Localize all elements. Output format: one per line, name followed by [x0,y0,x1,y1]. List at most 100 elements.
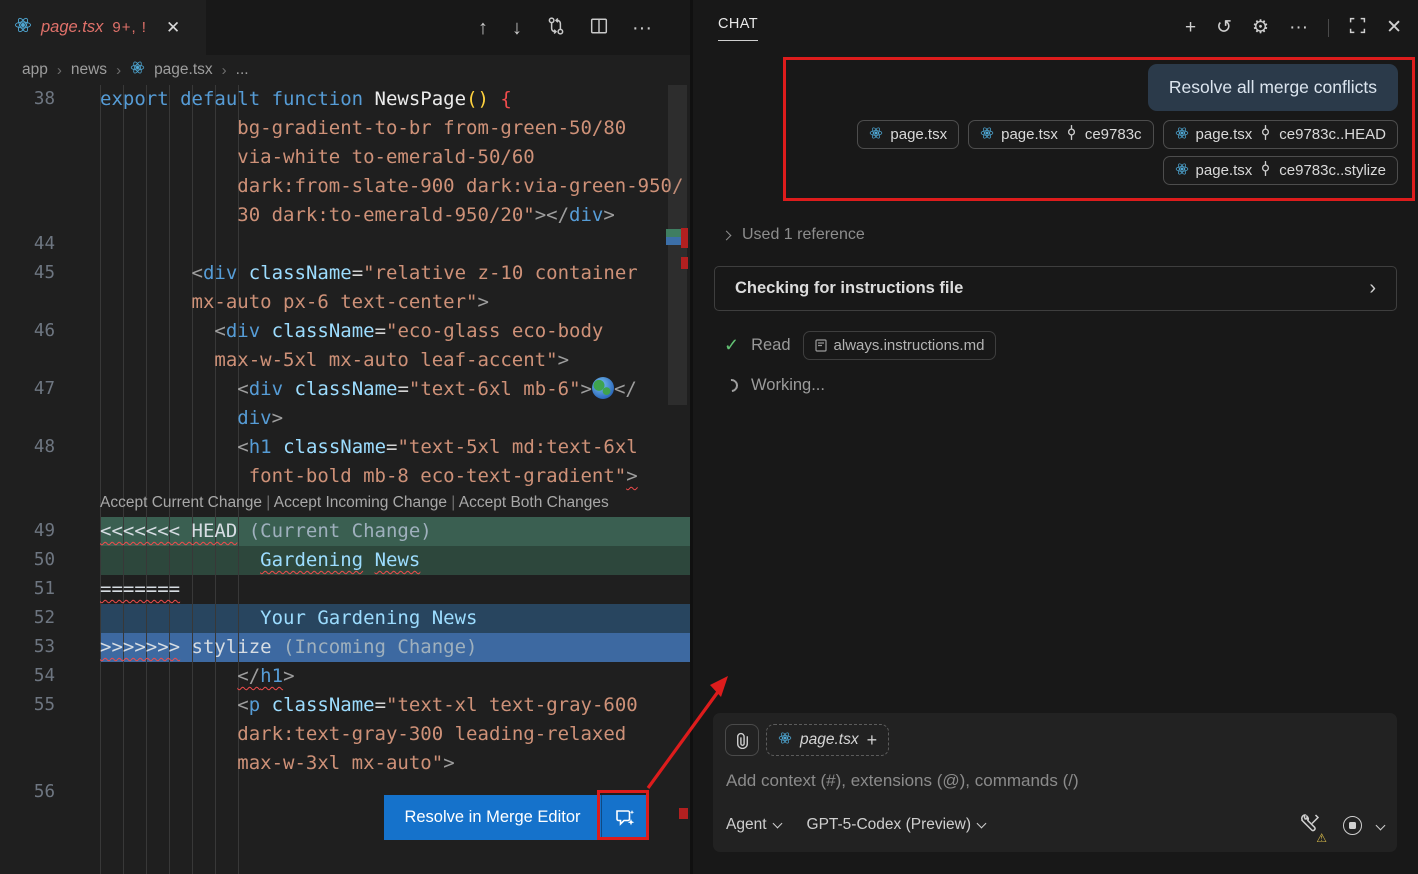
stop-request-button[interactable] [1343,816,1384,835]
codelens-action[interactable]: Accept Incoming Change [274,494,447,511]
code-token [272,436,283,458]
code-token [100,436,237,458]
line-content: <h1 className="text-5xl md:text-6xl [100,433,690,462]
ruler-mark-error [681,257,688,269]
file-context-chip[interactable]: page.tsxce9783c [968,120,1153,149]
compare-changes-icon[interactable] [546,16,566,40]
codelens-separator: | [447,494,459,511]
read-file-row: ✓ Read always.instructions.md [724,331,996,360]
react-icon [980,126,994,144]
read-file-chip[interactable]: always.instructions.md [803,331,997,360]
divider [1328,19,1329,37]
breadcrumb-app[interactable]: app [22,61,48,79]
code-token [283,378,294,400]
codelens-action[interactable]: Accept Current Change [100,494,262,511]
line-content: via-white to-emerald-50/60 [100,143,690,172]
code-token: 30 dark:to-emerald-950/20" [237,204,534,226]
configure-tools-button[interactable]: ⚠ [1299,812,1321,839]
new-chat-icon[interactable]: + [1185,18,1196,37]
line-content: >>>>>>> stylize (Incoming Change) [100,633,690,662]
chip-git-ref: ce9783c..stylize [1279,162,1386,179]
line-number [0,172,100,201]
line-number: 49 [0,517,100,546]
line-number: 38 [0,85,100,114]
react-icon [1175,126,1189,144]
previous-change-icon[interactable]: ↑ [478,18,488,38]
code-token: { [500,88,511,110]
code-token: div [569,204,603,226]
model-label: GPT-5-Codex (Preview) [807,816,972,834]
code-token [100,349,214,371]
file-context-chip[interactable]: page.tsx [857,120,959,149]
breadcrumb-separator: › [116,62,121,79]
code-token [100,146,237,168]
line-number [0,749,100,778]
code-line: 38export default function NewsPage() { [0,85,690,114]
close-icon[interactable]: ✕ [166,18,180,38]
read-file-name: always.instructions.md [834,337,985,354]
code-token: > [443,752,454,774]
code-line: 51======= [0,575,690,604]
maximize-panel-icon[interactable] [1349,17,1366,38]
code-token: export default function [100,88,375,110]
user-request-bubble: Resolve all merge conflicts [1148,64,1398,111]
resolve-in-merge-editor-button[interactable]: Resolve in Merge Editor [384,795,647,840]
split-editor-icon[interactable] [590,17,608,39]
codelens-separator: | [262,494,274,511]
file-context-chip[interactable]: page.tsxce9783c..stylize [1163,156,1398,185]
more-actions-icon[interactable]: ··· [1289,18,1308,37]
code-token: = [375,320,386,342]
used-references-toggle[interactable]: Used 1 reference [723,226,865,244]
gear-icon[interactable]: ⚙ [1252,18,1269,37]
code-token: className [272,320,375,342]
more-actions-icon[interactable]: ··· [632,18,652,38]
react-icon [1175,162,1189,180]
code-token [100,320,214,342]
code-token [100,175,237,197]
code-line: 55 <p className="text-xl text-gray-600 [0,691,690,720]
code-token: Gardening [260,549,363,571]
code-line: 49<<<<<<< HEAD (Current Change) [0,517,690,546]
paperclip-icon [735,732,750,749]
file-context-chip[interactable]: page.tsxce9783c..HEAD [1163,120,1398,149]
codelens-action[interactable]: Accept Both Changes [459,494,609,511]
breadcrumb-file[interactable]: page.tsx [154,61,213,79]
line-content: </h1> [100,662,690,691]
line-number: 48 [0,433,100,462]
chat-panel: CHAT + ↺ ⚙ ··· ✕ Resolve all merge confl… [690,0,1418,874]
resolve-in-merge-editor-label[interactable]: Resolve in Merge Editor [384,795,601,840]
copilot-resolve-icon[interactable] [601,795,647,840]
breadcrumb-news[interactable]: news [71,61,107,79]
code-line: max-w-5xl mx-auto leaf-accent"> [0,346,690,375]
code-token: "relative z-10 container [363,262,638,284]
attach-context-button[interactable] [725,724,759,756]
code-token: = [352,262,363,284]
code-token [260,320,271,342]
code-token: () [466,88,489,110]
line-number: 44 [0,230,100,259]
chat-header-actions: + ↺ ⚙ ··· ✕ [1185,0,1402,55]
code-area: 38export default function NewsPage() { b… [0,85,690,874]
close-panel-icon[interactable]: ✕ [1386,18,1402,37]
history-icon[interactable]: ↺ [1216,18,1232,37]
chat-input-container[interactable]: page.tsx + Add context (#), extensions (… [713,713,1397,852]
code-token: >>>>>>> [100,636,180,658]
next-change-icon[interactable]: ↓ [512,18,522,38]
warning-icon: ⚠ [1316,831,1327,845]
tab-page-tsx[interactable]: page.tsx 9+, ! ✕ [0,0,206,55]
used-references-label: Used 1 reference [742,226,865,244]
code-token: mx-auto px-6 text-center" [192,291,478,313]
mode-picker[interactable]: Agent [726,816,781,834]
chat-input-placeholder[interactable]: Add context (#), extensions (@), command… [726,771,1079,791]
code-line: dark:text-gray-300 leading-relaxed [0,720,690,749]
breadcrumb-symbol[interactable]: ... [236,61,249,79]
line-number [0,462,100,491]
add-context-icon[interactable]: + [867,730,878,751]
tab-chat[interactable]: CHAT [718,16,758,41]
attached-file-chip[interactable]: page.tsx + [766,724,889,756]
line-number [0,836,100,865]
code-token: className [249,262,352,284]
code-token: > [558,349,569,371]
checking-instructions-expander[interactable]: Checking for instructions file › [714,266,1397,311]
model-picker[interactable]: GPT-5-Codex (Preview) [807,816,986,834]
